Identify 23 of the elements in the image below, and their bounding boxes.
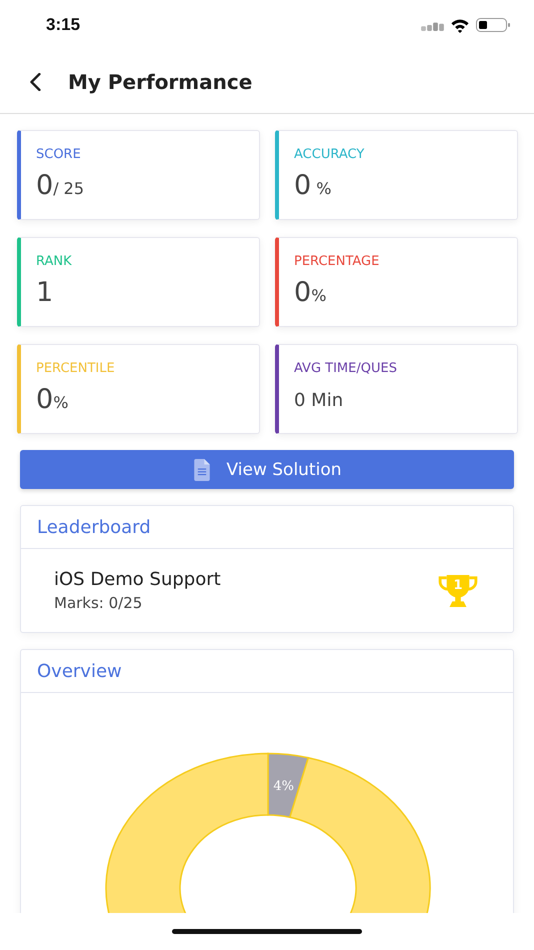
status-time: 3:15 — [46, 15, 80, 35]
stat-value: 0/ 25 — [36, 170, 86, 201]
stat-value: 1 — [36, 277, 54, 308]
stat-label: ACCURACY — [294, 147, 366, 162]
stat-label: AVG TIME/QUES — [294, 361, 398, 376]
stat-value: 0 % — [294, 170, 332, 201]
stat-value: 0% — [36, 384, 70, 415]
slice-label: 4% — [273, 779, 294, 794]
view-solution-button[interactable]: View Solution — [20, 450, 514, 489]
stat-value: 0 Min — [294, 390, 344, 411]
stat-label: PERCENTAGE — [294, 254, 380, 269]
stat-label: RANK — [36, 254, 73, 269]
section-title: Overview — [37, 660, 122, 682]
page-title: My Performance — [68, 70, 252, 94]
section-title: Leaderboard — [37, 516, 151, 538]
user-name: iOS Demo Support — [54, 569, 221, 590]
document-icon — [192, 458, 210, 480]
stat-label: SCORE — [36, 147, 82, 162]
stat-label: PERCENTILE — [36, 361, 116, 376]
battery-icon — [476, 18, 510, 32]
wifi-icon — [450, 18, 470, 32]
stat-value: 0% — [294, 277, 328, 308]
marks-text: Marks: 0/25 — [54, 594, 144, 612]
